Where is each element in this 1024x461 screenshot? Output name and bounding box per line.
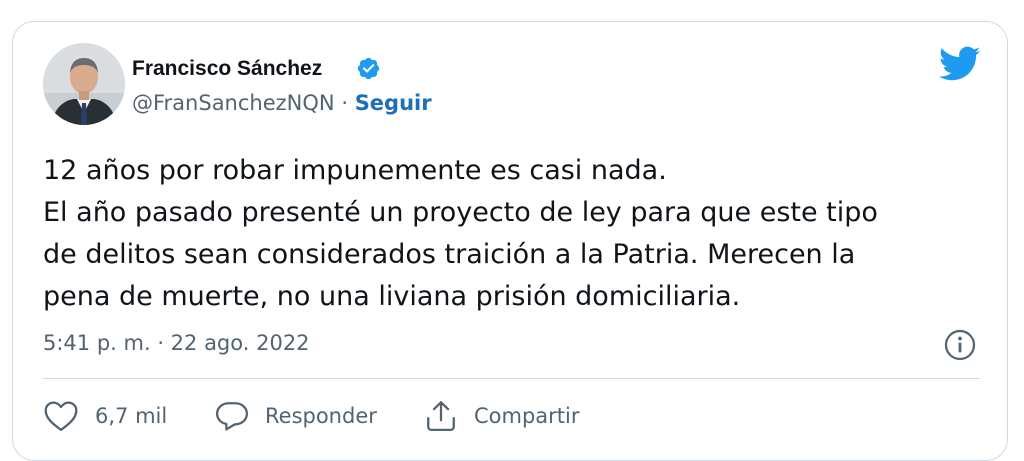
share-button[interactable]: Compartir	[424, 396, 580, 436]
tweet-line: El año pasado presenté un proyecto de le…	[43, 197, 878, 228]
verified-badge-icon	[357, 57, 380, 80]
tweet-line: de delitos sean considerados traición a …	[43, 239, 856, 270]
heart-icon	[44, 401, 78, 431]
divider	[43, 378, 980, 379]
follow-button[interactable]: Seguir	[355, 91, 432, 115]
avatar[interactable]	[43, 43, 125, 125]
author-handle[interactable]: @FranSanchezNQN	[132, 91, 335, 115]
tweet-line: pena de muerte, no una liviana prisión d…	[43, 281, 741, 312]
tweet-line: 12 años por robar impunemente es casi na…	[43, 155, 667, 186]
separator: ·	[341, 91, 348, 115]
handle-line: @FranSanchezNQN · Seguir	[132, 91, 432, 115]
tweet-text: 12 años por robar impunemente es casi na…	[43, 150, 993, 318]
reply-icon	[215, 402, 249, 431]
reply-button[interactable]: Responder	[215, 396, 377, 436]
twitter-bird-icon[interactable]	[939, 46, 981, 82]
share-icon	[427, 401, 455, 432]
author-name[interactable]: Francisco Sánchez	[132, 57, 322, 81]
share-label: Compartir	[474, 404, 580, 428]
like-count: 6,7 mil	[95, 404, 168, 428]
info-icon[interactable]	[944, 329, 976, 361]
tweet-timestamp[interactable]: 5:41 p. m. · 22 ago. 2022	[43, 331, 310, 355]
like-button[interactable]: 6,7 mil	[43, 396, 167, 436]
reply-label: Responder	[265, 404, 377, 428]
